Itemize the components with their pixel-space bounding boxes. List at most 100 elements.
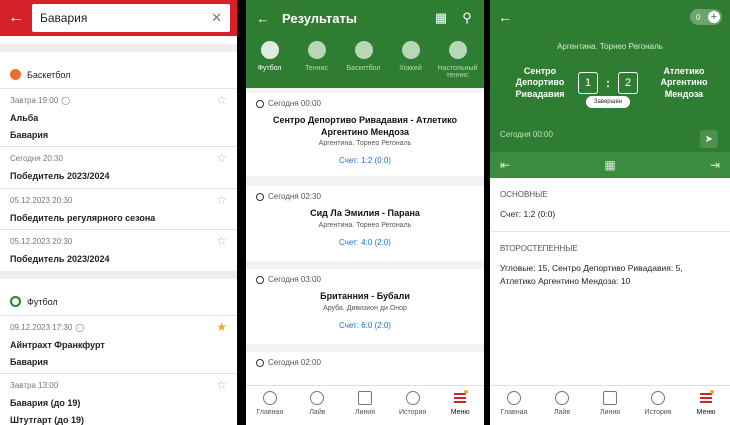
- football-icon: [256, 99, 264, 108]
- hockey-icon: [401, 41, 420, 59]
- scoreboard-icon[interactable]: ▦: [604, 158, 615, 172]
- match-league: Аргентина. Торнео Регональ: [318, 221, 412, 229]
- star-filled-icon[interactable]: ★: [216, 320, 227, 334]
- search-icon[interactable]: ⚲: [458, 10, 476, 26]
- status-badge: Завершен: [586, 96, 630, 108]
- match-date: Сегодня 03:00: [256, 275, 474, 284]
- match-teams: Британния - Бубали: [320, 291, 410, 301]
- nav-live[interactable]: Лайв: [294, 386, 342, 425]
- live-icon: [555, 391, 569, 405]
- results-header: ← Результаты ▦ ⚲: [246, 0, 484, 36]
- list-item[interactable]: 05.12.2023 20:30 Победитель регулярного …: [0, 187, 237, 230]
- star-icon[interactable]: ☆: [216, 234, 227, 248]
- nav-menu[interactable]: Меню: [436, 386, 484, 425]
- notification-dot: [464, 390, 469, 394]
- section-title: Баскетбол: [27, 70, 71, 80]
- search-screen: ← ✕ Баскетбол Завтра 19:00 ◯ Альба Бавар…: [0, 0, 237, 425]
- star-icon[interactable]: ☆: [216, 378, 227, 392]
- screens-container: ← ✕ Баскетбол Завтра 19:00 ◯ Альба Бавар…: [0, 0, 730, 425]
- search-input[interactable]: [40, 11, 212, 25]
- match-score: Счет: 1:2 (0:0): [339, 156, 391, 166]
- tab-basketball[interactable]: Баскетбол: [340, 36, 387, 88]
- nav-live[interactable]: Лайв: [538, 386, 586, 425]
- nav-home[interactable]: Главная: [246, 386, 294, 425]
- tab-table-tennis[interactable]: Настольный теннис: [434, 36, 481, 88]
- match-card[interactable]: Сегодня 03:00 Британния - Бубали Аруба. …: [246, 269, 484, 344]
- tab-football[interactable]: Футбол: [246, 36, 293, 88]
- match-date: Сегодня 00:00: [500, 130, 553, 139]
- match-score: Счет: 6:0 (2:0): [339, 320, 391, 330]
- item-title-2: Бавария: [10, 356, 49, 367]
- star-icon[interactable]: ☆: [216, 151, 227, 165]
- secondary-stat: Угловые: 15, Сентро Депортиво Ривадавия:…: [500, 263, 683, 287]
- next-icon[interactable]: ⇥: [710, 158, 720, 172]
- match-league: Аруба. Дивизион ди Онор: [323, 304, 407, 312]
- back-arrow-icon[interactable]: ←: [498, 9, 512, 25]
- football-icon: [256, 358, 264, 367]
- match-card[interactable]: Сегодня 00:00 Сентро Депортиво Ривадавия…: [246, 93, 484, 176]
- list-item[interactable]: 05.12.2023 20:30 Победитель 2023/2024 ☆: [0, 229, 237, 271]
- list-item[interactable]: Завтра 19:00 ◯ Альба Бавария ☆: [0, 88, 237, 146]
- match-league: Аргентина. Торнео Регональ: [318, 140, 412, 148]
- back-arrow-icon[interactable]: ←: [6, 8, 26, 28]
- nav-history[interactable]: История: [389, 386, 437, 425]
- nav-line[interactable]: Линия: [586, 386, 634, 425]
- favorites-toggle[interactable]: 0 +: [690, 9, 722, 25]
- match-date: Сегодня 02:30: [256, 192, 474, 201]
- menu-icon: [453, 390, 469, 405]
- star-icon[interactable]: ☆: [216, 193, 227, 207]
- clear-icon[interactable]: ✕: [211, 10, 222, 26]
- football-icon: [256, 275, 264, 284]
- section-title-main: ОСНОВНЫЕ: [500, 190, 548, 199]
- nav-history[interactable]: История: [634, 386, 682, 425]
- item-date: 05.12.2023 20:30: [10, 237, 73, 247]
- match-teams: Сид Ла Эмилия - Парана: [310, 208, 420, 218]
- item-title: Победитель регулярного сезона: [10, 212, 156, 223]
- tab-hockey[interactable]: Хоккей: [387, 36, 434, 88]
- page-title: Результаты: [282, 10, 357, 26]
- item-title: Победитель 2023/2024: [10, 254, 110, 265]
- line-icon: [603, 391, 617, 405]
- calendar-icon[interactable]: ▦: [432, 10, 450, 26]
- search-box[interactable]: ✕: [32, 4, 230, 32]
- item-date: Сегодня 20:30: [10, 153, 63, 163]
- previous-icon[interactable]: ⇤: [500, 158, 510, 172]
- team-right: Атлетико Аргентино Мендоза: [660, 66, 708, 99]
- match-detail-screen: ← 0 + Аргентина. Торнео Регональ Сентро …: [490, 0, 730, 425]
- list-item[interactable]: 09.12.2023 17:30 ◯ Айнтрахт Франкфурт Ба…: [0, 315, 237, 373]
- scoreboard: 1 : 2: [578, 72, 638, 94]
- list-item[interactable]: Завтра 13:00 Бавария (до 19) Штутгарт (д…: [0, 372, 237, 425]
- match-league: Аргентина. Торнео Регональ: [557, 42, 663, 51]
- notification-dot: [710, 390, 714, 394]
- football-icon: [260, 41, 279, 59]
- menu-icon: [699, 390, 714, 405]
- live-icon: ◯: [61, 96, 71, 105]
- nav-line[interactable]: Линия: [341, 386, 389, 425]
- item-date: Завтра 13:00: [10, 380, 59, 390]
- match-date: Сегодня 00:00: [256, 99, 474, 108]
- item-title: Айнтрахт Франкфурт: [10, 340, 105, 351]
- line-icon: [357, 391, 372, 405]
- score-right: 2: [618, 72, 638, 94]
- share-icon[interactable]: ➤: [700, 130, 718, 148]
- live-icon: ◯: [75, 323, 85, 333]
- nav-home[interactable]: Главная: [490, 386, 538, 425]
- section-header-basketball: Баскетбол: [0, 44, 237, 88]
- match-score: Счет: 4:0 (2:0): [339, 237, 391, 247]
- section-header-football: Футбол: [0, 271, 237, 315]
- item-date: 05.12.2023 20:30: [10, 195, 73, 205]
- nav-menu[interactable]: Меню: [682, 386, 730, 425]
- match-date: Сегодня 02:00: [256, 358, 474, 367]
- football-icon: [10, 296, 21, 308]
- star-icon[interactable]: ☆: [216, 93, 227, 107]
- tab-tennis[interactable]: Теннис: [293, 36, 340, 88]
- section-title-secondary: ВТОРОСТЕПЕННЫЕ: [500, 244, 578, 254]
- home-icon: [507, 391, 521, 405]
- item-title: Бавария (до 19): [10, 397, 81, 408]
- list-item[interactable]: Сегодня 20:30 Победитель 2023/2024 ☆: [0, 145, 237, 188]
- back-arrow-icon[interactable]: ←: [254, 11, 272, 26]
- basketball-icon: [10, 69, 21, 80]
- main-stat: Счет: 1:2 (0:0): [500, 209, 556, 219]
- item-title-2: Бавария: [10, 129, 49, 140]
- match-card[interactable]: Сегодня 02:30 Сид Ла Эмилия - Парана Арг…: [246, 186, 484, 261]
